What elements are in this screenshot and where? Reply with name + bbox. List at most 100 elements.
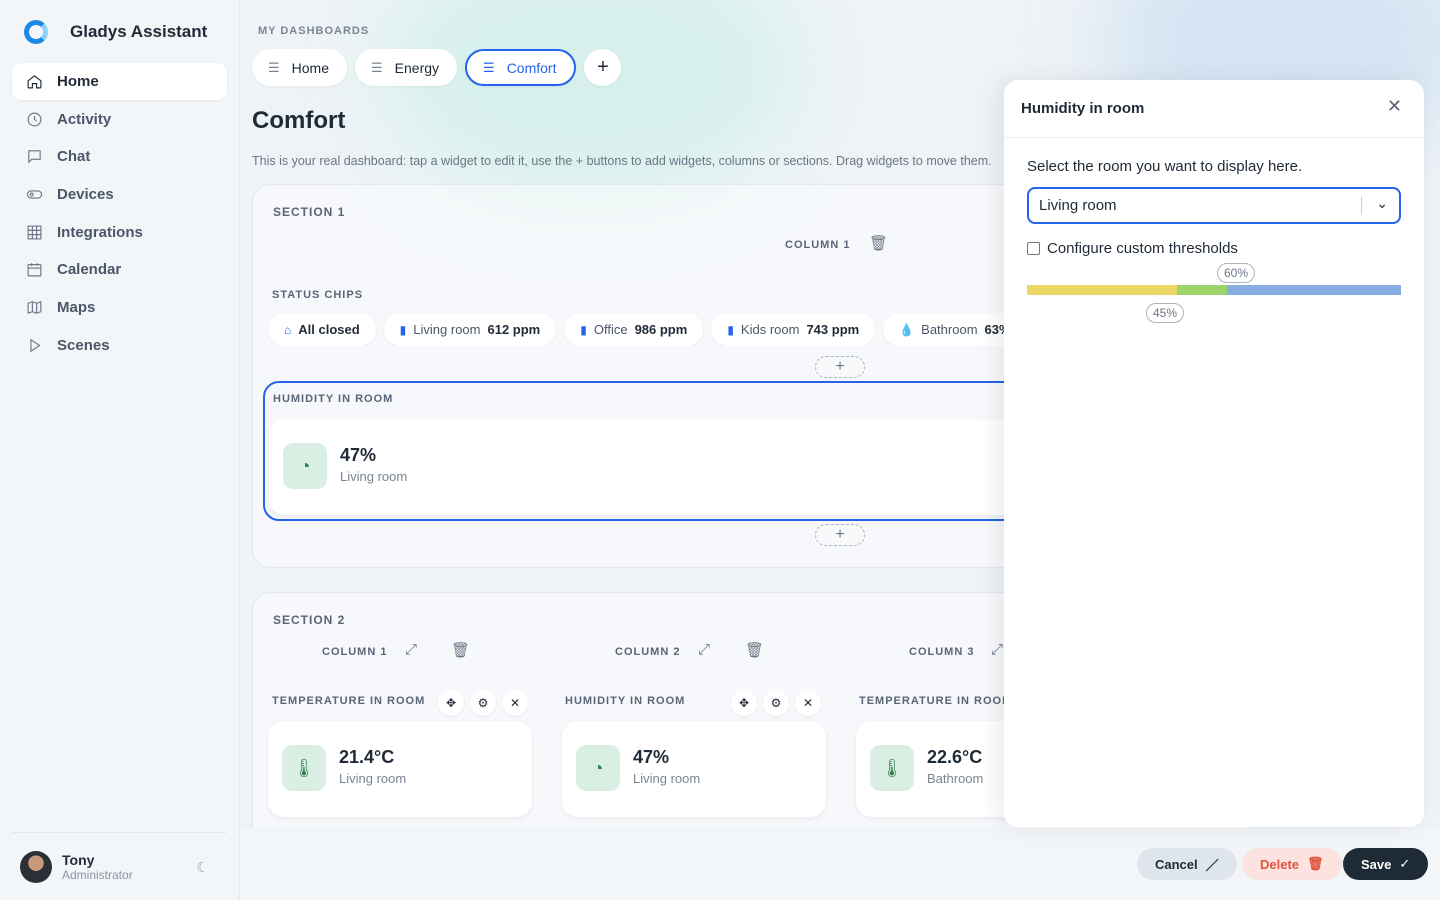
sidebar-item-label: Calendar xyxy=(57,261,122,279)
select-divider xyxy=(1361,197,1362,215)
add-widget-button[interactable]: + xyxy=(815,356,865,378)
section-title: SECTION 2 xyxy=(273,613,346,627)
sensor-value: 21.4°C xyxy=(339,747,395,767)
sidebar-item-maps[interactable]: Maps xyxy=(12,289,227,326)
chip-label: Bathroom xyxy=(921,322,978,337)
room-select[interactable]: Living room ⌄ xyxy=(1027,187,1401,224)
sidebar-item-label: Activity xyxy=(57,110,112,128)
map-icon xyxy=(27,301,42,315)
status-chip[interactable]: ▮ Office 986 ppm xyxy=(564,313,704,346)
tab-comfort[interactable]: ☰ Comfort xyxy=(465,49,577,86)
column-title: COLUMN 1 xyxy=(785,239,851,251)
custom-thresholds-checkbox[interactable] xyxy=(1027,242,1040,255)
sensor-card[interactable]: 🌡 21.4°C Living room xyxy=(268,721,532,817)
sidebar-item-scenes[interactable]: Scenes xyxy=(12,327,227,364)
widget-title: TEMPERATURE IN ROOM xyxy=(859,695,1013,707)
trash-icon[interactable]: 🗑 xyxy=(869,234,888,252)
sidebar-item-label: Home xyxy=(57,73,99,90)
chat-icon xyxy=(28,150,41,164)
expand-icon[interactable]: ⤢ xyxy=(405,641,417,658)
save-button[interactable]: Save ✓ xyxy=(1343,848,1429,880)
sidebar-item-label: Integrations xyxy=(57,223,143,241)
dashboards-label: MY DASHBOARDS xyxy=(258,25,370,37)
cancel-label: Cancel xyxy=(1155,856,1198,872)
threshold-preview: 60% 45% xyxy=(1027,263,1401,337)
sensor-card[interactable]: ◔ 47% Living room xyxy=(562,721,826,817)
grid-icon xyxy=(27,225,42,240)
chevron-down-icon[interactable]: ⌄ xyxy=(1376,195,1388,212)
move-icon[interactable]: ✥ xyxy=(731,690,757,716)
sidebar-item-calendar[interactable]: Calendar xyxy=(12,251,227,288)
home-icon xyxy=(27,75,42,89)
delete-label: Delete xyxy=(1260,856,1300,872)
sidebar-item-activity[interactable]: Activity xyxy=(12,101,227,138)
chip-label: Office xyxy=(593,322,628,337)
tab-label: Energy xyxy=(394,59,440,76)
tab-energy[interactable]: ☰ Energy xyxy=(355,49,458,86)
widget-title: HUMIDITY IN ROOM xyxy=(565,695,686,707)
status-chip[interactable]: ▮ Living room 612 ppm xyxy=(383,313,557,346)
sensor-value: 47% xyxy=(340,445,377,465)
status-chip[interactable]: ⌂ All closed xyxy=(268,313,376,346)
panel-body: Select the room you want to display here… xyxy=(1027,158,1401,337)
trash-icon[interactable]: 🗑 xyxy=(745,641,764,659)
sidebar-item-devices[interactable]: Devices xyxy=(12,176,227,213)
dashboard-tabs: ☰ Home ☰ Energy ☰ Comfort + xyxy=(252,49,622,86)
add-widget-button[interactable]: + xyxy=(815,524,865,546)
sensor-room: Living room xyxy=(633,771,701,786)
gladys-logo-icon xyxy=(24,20,48,44)
chip-value: All closed xyxy=(298,322,360,337)
gear-icon[interactable]: ⚙ xyxy=(470,690,496,716)
sensor-card[interactable]: ◔ 47% Living room xyxy=(269,419,1021,515)
toggle-icon xyxy=(26,190,43,199)
sidebar-nav: Home Activity Chat Devices Integrations … xyxy=(12,63,227,365)
status-chips-title: STATUS CHIPS xyxy=(272,289,364,301)
delete-button[interactable]: Delete 🗑 xyxy=(1242,848,1342,880)
close-icon[interactable]: ✕ xyxy=(1387,96,1402,117)
sidebar-item-home[interactable]: Home xyxy=(12,63,227,100)
close-icon[interactable]: ✕ xyxy=(795,690,821,716)
gear-icon[interactable]: ⚙ xyxy=(763,690,789,716)
home-icon: ⌂ xyxy=(284,322,292,337)
move-icon[interactable]: ✥ xyxy=(438,690,464,716)
sensor-value: 47% xyxy=(633,747,670,767)
threshold-low-tag: 45% xyxy=(1146,303,1185,323)
trash-icon[interactable]: 🗑 xyxy=(451,641,470,659)
custom-thresholds-row[interactable]: Configure custom thresholds xyxy=(1027,240,1401,257)
column-title: COLUMN 3 xyxy=(909,646,975,658)
expand-icon[interactable]: ⤢ xyxy=(698,641,710,658)
sensor-room: Living room xyxy=(339,771,407,786)
cancel-button[interactable]: Cancel ／ xyxy=(1137,848,1237,880)
user-name: Tony xyxy=(62,851,95,868)
sidebar-item-integrations[interactable]: Integrations xyxy=(12,214,227,251)
humidity-widget-selected[interactable]: HUMIDITY IN ROOM ◔ 47% Living room xyxy=(263,381,1023,521)
sidebar: Gladys Assistant Home Activity Chat Devi… xyxy=(0,0,240,900)
moon-icon[interactable]: ☾ xyxy=(196,859,209,876)
sidebar-item-label: Maps xyxy=(57,299,96,317)
user-profile[interactable]: Tony Administrator ☾ xyxy=(12,832,227,900)
status-chip[interactable]: 💧 Bathroom 63% xyxy=(883,313,1008,346)
panel-header: Humidity in room ✕ xyxy=(1004,80,1424,138)
brand[interactable]: Gladys Assistant xyxy=(24,20,207,44)
add-dashboard-button[interactable]: + xyxy=(584,49,622,86)
page-title: Comfort xyxy=(252,107,346,134)
bar-chart-icon: ▮ xyxy=(399,322,407,337)
thermometer-icon: 🌡 xyxy=(282,745,326,791)
trash-icon: 🗑 xyxy=(1307,856,1324,871)
threshold-segment-low xyxy=(1027,285,1177,295)
status-chips: ⌂ All closed ▮ Living room 612 ppm ▮ Off… xyxy=(268,313,1008,346)
threshold-segment-high xyxy=(1227,285,1401,295)
sidebar-item-label: Chat xyxy=(57,148,91,166)
threshold-high-tag: 60% xyxy=(1217,263,1256,283)
sensor-room: Living room xyxy=(340,469,408,484)
status-chip[interactable]: ▮ Kids room 743 ppm xyxy=(711,313,876,346)
chip-value: 986 ppm xyxy=(634,322,688,337)
chip-value: 612 ppm xyxy=(487,322,541,337)
app-name: Gladys Assistant xyxy=(70,22,208,41)
avatar xyxy=(20,850,52,883)
section-title: SECTION 1 xyxy=(273,205,346,219)
tab-home[interactable]: ☰ Home xyxy=(252,49,348,86)
close-icon[interactable]: ✕ xyxy=(502,690,528,716)
expand-icon[interactable]: ⤢ xyxy=(991,641,1003,658)
sidebar-item-chat[interactable]: Chat xyxy=(12,138,227,175)
